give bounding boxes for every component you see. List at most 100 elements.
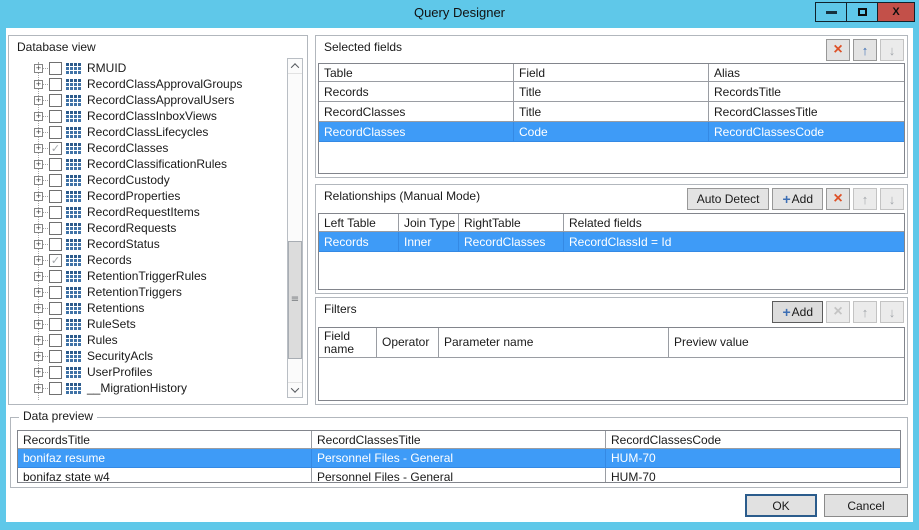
expand-icon[interactable]: +	[34, 80, 43, 89]
scrollbar-thumb[interactable]: ≡	[288, 241, 302, 359]
tree-item[interactable]: +RecordClassLifecycles	[10, 124, 287, 140]
table-row[interactable]: RecordsTitleRecordsTitle	[319, 82, 904, 102]
tree-item[interactable]: +Retentions	[10, 300, 287, 316]
column-header[interactable]: RecordsTitle	[18, 431, 312, 449]
relationships-delete-button[interactable]: ×	[826, 188, 850, 210]
table-row[interactable]: RecordClassesCodeRecordClassesCode	[319, 122, 904, 142]
checkbox[interactable]	[49, 318, 62, 331]
tree-item[interactable]: +RecordRequestItems	[10, 204, 287, 220]
filters-move-down-button[interactable]: ↓	[880, 301, 904, 323]
tree-item[interactable]: +RecordRequests	[10, 220, 287, 236]
table-row[interactable]: RecordClassesTitleRecordClassesTitle	[319, 102, 904, 122]
tree-item[interactable]: +RetentionTriggers	[10, 284, 287, 300]
checkbox[interactable]	[49, 78, 62, 91]
checkbox[interactable]	[49, 126, 62, 139]
checkbox[interactable]	[49, 222, 62, 235]
column-header[interactable]: Related fields	[564, 214, 904, 232]
selected-fields-delete-button[interactable]: ×	[826, 39, 850, 61]
table-row[interactable]: bonifaz state w4Personnel Files - Genera…	[18, 468, 900, 483]
expand-icon[interactable]: +	[34, 224, 43, 233]
expand-icon[interactable]: +	[34, 352, 43, 361]
expand-icon[interactable]: +	[34, 112, 43, 121]
expand-icon[interactable]: +	[34, 320, 43, 329]
tree-item[interactable]: +RecordClassApprovalGroups	[10, 76, 287, 92]
column-header[interactable]: RecordClassesCode	[606, 431, 900, 449]
expand-icon[interactable]: +	[34, 368, 43, 377]
checkbox[interactable]	[49, 350, 62, 363]
filters-delete-button[interactable]: ×	[826, 301, 850, 323]
tree-item[interactable]: +SecurityAcls	[10, 348, 287, 364]
checkbox[interactable]	[49, 286, 62, 299]
column-header[interactable]: Operator	[377, 328, 439, 358]
column-header[interactable]: Preview value	[669, 328, 904, 358]
tree-item[interactable]: +RecordCustody	[10, 172, 287, 188]
maximize-button[interactable]	[846, 2, 878, 22]
column-header[interactable]: Left Table	[319, 214, 399, 232]
checkbox[interactable]	[49, 238, 62, 251]
scrollbar-down-button[interactable]	[288, 382, 302, 397]
ok-button[interactable]: OK	[745, 494, 817, 517]
checkbox[interactable]	[49, 334, 62, 347]
expand-icon[interactable]: +	[34, 128, 43, 137]
tree-item[interactable]: +RecordClassInboxViews	[10, 108, 287, 124]
expand-icon[interactable]: +	[34, 144, 43, 153]
checkbox[interactable]	[49, 302, 62, 315]
expand-icon[interactable]: +	[34, 384, 43, 393]
expand-icon[interactable]: +	[34, 96, 43, 105]
checkbox[interactable]	[49, 94, 62, 107]
checkbox[interactable]	[49, 270, 62, 283]
filters-add-button[interactable]: +Add	[772, 301, 823, 323]
checkbox[interactable]: ✓	[49, 142, 62, 155]
tree-item[interactable]: +RMUID	[10, 60, 287, 76]
column-header[interactable]: RightTable	[459, 214, 564, 232]
tree-item[interactable]: +✓Records	[10, 252, 287, 268]
filters-move-up-button[interactable]: ↑	[853, 301, 877, 323]
checkbox[interactable]	[49, 174, 62, 187]
tree-item[interactable]: +RecordClassificationRules	[10, 156, 287, 172]
selected-fields-move-up-button[interactable]: ↑	[853, 39, 877, 61]
tree-item[interactable]: +RecordProperties	[10, 188, 287, 204]
expand-icon[interactable]: +	[34, 304, 43, 313]
minimize-button[interactable]	[815, 2, 847, 22]
expand-icon[interactable]: +	[34, 192, 43, 201]
relationships-move-up-button[interactable]: ↑	[853, 188, 877, 210]
tree-item[interactable]: +RecordClassApprovalUsers	[10, 92, 287, 108]
tree-scrollbar[interactable]: ≡	[287, 58, 303, 398]
checkbox[interactable]	[49, 190, 62, 203]
scrollbar-up-button[interactable]	[288, 59, 302, 74]
tree-item[interactable]: +RetentionTriggerRules	[10, 268, 287, 284]
column-header[interactable]: Alias	[709, 64, 904, 82]
tree-item[interactable]: +RecordStatus	[10, 236, 287, 252]
column-header[interactable]: RecordClassesTitle	[312, 431, 606, 449]
cancel-button[interactable]: Cancel	[824, 494, 908, 517]
expand-icon[interactable]: +	[34, 176, 43, 185]
expand-icon[interactable]: +	[34, 288, 43, 297]
auto-detect-button[interactable]: Auto Detect	[687, 188, 770, 210]
checkbox[interactable]	[49, 366, 62, 379]
tree-item[interactable]: +__MigrationHistory	[10, 380, 287, 396]
column-header[interactable]: Table	[319, 64, 514, 82]
selected-fields-move-down-button[interactable]: ↓	[880, 39, 904, 61]
checkbox[interactable]	[49, 206, 62, 219]
checkbox[interactable]	[49, 62, 62, 75]
column-header[interactable]: Field name	[319, 328, 377, 358]
expand-icon[interactable]: +	[34, 272, 43, 281]
tree-item[interactable]: +Rules	[10, 332, 287, 348]
relationships-move-down-button[interactable]: ↓	[880, 188, 904, 210]
relationships-add-button[interactable]: +Add	[772, 188, 823, 210]
table-row[interactable]: bonifaz resumePersonnel Files - GeneralH…	[18, 449, 900, 468]
column-header[interactable]: Parameter name	[439, 328, 669, 358]
checkbox[interactable]	[49, 110, 62, 123]
checkbox[interactable]	[49, 382, 62, 395]
close-button[interactable]: X	[877, 2, 915, 22]
column-header[interactable]: Join Type	[399, 214, 459, 232]
expand-icon[interactable]: +	[34, 256, 43, 265]
checkbox[interactable]	[49, 158, 62, 171]
expand-icon[interactable]: +	[34, 336, 43, 345]
tree-item[interactable]: +UserProfiles	[10, 364, 287, 380]
expand-icon[interactable]: +	[34, 64, 43, 73]
expand-icon[interactable]: +	[34, 240, 43, 249]
expand-icon[interactable]: +	[34, 160, 43, 169]
tree-item[interactable]: +RuleSets	[10, 316, 287, 332]
column-header[interactable]: Field	[514, 64, 709, 82]
